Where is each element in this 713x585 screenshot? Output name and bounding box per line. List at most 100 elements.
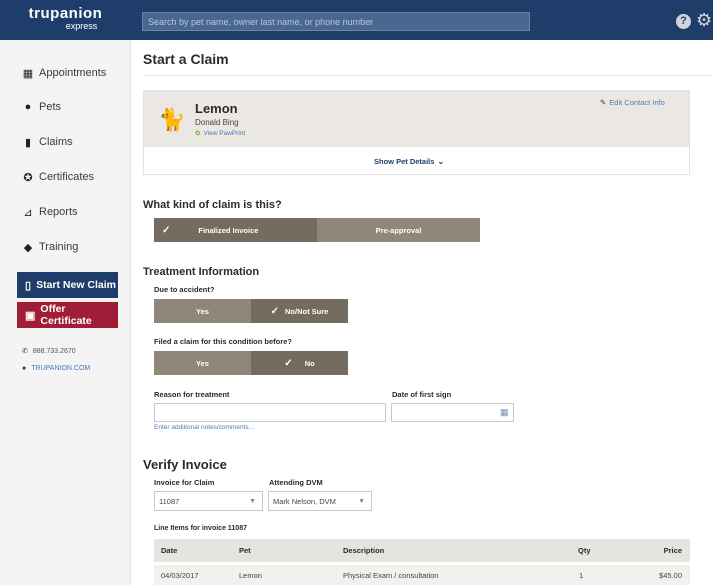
filed-before-label: Filed a claim for this condition before? bbox=[154, 337, 292, 346]
pre-approval-option[interactable]: Pre-approval bbox=[317, 218, 480, 242]
column-header: Date bbox=[161, 546, 178, 555]
sidebar-item-label: Claims bbox=[39, 136, 73, 148]
sidebar-item-label: Appointments bbox=[39, 67, 107, 79]
sidebar-item-claims[interactable]: ▮ Claims bbox=[22, 132, 73, 152]
finalized-invoice-label: Finalized Invoice bbox=[198, 225, 259, 235]
website-link[interactable]: ● TRUPANION.COM bbox=[22, 365, 90, 372]
dvm-value: Mark Nelson, DVM bbox=[273, 497, 336, 506]
treatment-title: Treatment Information bbox=[143, 266, 260, 278]
chart-icon: ⊿ bbox=[23, 206, 33, 219]
sidebar-item-label: Reports bbox=[39, 206, 78, 218]
invoice-select[interactable]: 11087 ▼ bbox=[154, 491, 263, 511]
column-header: Pet bbox=[239, 546, 251, 555]
chevron-down-icon: ⌄ bbox=[437, 157, 445, 166]
help-icon[interactable]: ? bbox=[676, 14, 691, 29]
filed-no-label: No bbox=[304, 358, 315, 368]
phone-icon: ✆ bbox=[22, 348, 28, 355]
check-icon: ✓ bbox=[270, 305, 280, 317]
gift-icon: ▣ bbox=[25, 309, 36, 322]
first-sign-date-input[interactable] bbox=[391, 403, 514, 422]
show-details-label: Show Pet Details bbox=[374, 157, 435, 166]
chevron-down-icon: ▼ bbox=[249, 498, 256, 505]
table-row[interactable]: 04/03/2017 Lemon Physical Exam / consult… bbox=[154, 565, 690, 585]
sidebar-item-appointments[interactable]: ▦ Appointments bbox=[22, 63, 106, 83]
row-price: $45.00 bbox=[659, 571, 682, 580]
page-title: Start a Claim bbox=[143, 51, 229, 67]
accident-no-option[interactable]: ✓ No/Not Sure bbox=[251, 299, 348, 323]
verify-invoice-title: Verify Invoice bbox=[143, 457, 227, 472]
invoice-value: 11087 bbox=[159, 497, 180, 506]
row-date: 04/03/2017 bbox=[161, 571, 199, 580]
pet-name: Lemon bbox=[195, 101, 238, 116]
pre-approval-label: Pre-approval bbox=[375, 225, 422, 235]
additional-notes-link[interactable]: Enter additional notes/comments... bbox=[154, 424, 254, 431]
globe-icon: ● bbox=[22, 365, 27, 372]
line-items-label: Line Items for invoice 11087 bbox=[154, 525, 247, 532]
invoice-label: Invoice for Claim bbox=[154, 478, 215, 487]
phone-number[interactable]: ✆ 888.733.2670 bbox=[22, 347, 76, 356]
offer-certificate-button[interactable]: ▣ Offer Certificate bbox=[17, 302, 118, 328]
claim-kind-question: What kind of claim is this? bbox=[143, 199, 282, 211]
first-sign-label: Date of first sign bbox=[392, 390, 452, 399]
filed-no-option[interactable]: ✓ No bbox=[251, 351, 348, 375]
accident-yes-option[interactable]: Yes bbox=[154, 299, 251, 323]
ribbon-icon: ✪ bbox=[23, 171, 33, 184]
graduation-cap-icon: ◆ bbox=[23, 241, 33, 254]
phone-text: 888.733.2670 bbox=[32, 347, 76, 355]
divider bbox=[143, 75, 713, 76]
view-pawprint-link[interactable]: ✿ View PawPrint bbox=[195, 129, 245, 137]
gear-icon[interactable]: ⚙ bbox=[696, 11, 713, 29]
pet-card: 🐈 Lemon Donald Bing ✿ View PawPrint ✎ Edit… bbox=[143, 90, 690, 175]
table-header: Date Pet Description Qty Price bbox=[154, 539, 690, 562]
edit-contact-link[interactable]: ✎ Edit Contact Info bbox=[600, 98, 665, 107]
filed-yes-label: Yes bbox=[196, 358, 209, 368]
reason-input[interactable] bbox=[154, 403, 386, 422]
owner-name: Donald Bing bbox=[195, 118, 239, 127]
accident-no-label: No/Not Sure bbox=[285, 306, 329, 316]
pet-card-header: 🐈 Lemon Donald Bing ✿ View PawPrint ✎ Edit… bbox=[144, 91, 689, 147]
sidebar-item-certificates[interactable]: ✪ Certificates bbox=[22, 167, 94, 187]
paw-icon: ✿ bbox=[195, 130, 201, 137]
reason-label: Reason for treatment bbox=[154, 390, 230, 399]
dvm-select[interactable]: Mark Nelson, DVM ▼ bbox=[268, 491, 372, 511]
logo-brand: trupanion bbox=[28, 5, 103, 22]
sidebar: ▦ Appointments ● Pets ▮ Claims ✪ Certifi… bbox=[0, 40, 131, 585]
start-new-claim-button[interactable]: ▯ Start New Claim bbox=[17, 272, 118, 298]
finalized-invoice-option[interactable]: ✓ Finalized Invoice bbox=[154, 218, 317, 242]
row-pet: Lemon bbox=[239, 571, 262, 580]
sidebar-item-label: Training bbox=[39, 241, 79, 253]
logo-sub: express bbox=[65, 21, 98, 31]
show-pet-details-toggle[interactable]: Show Pet Details ⌄ bbox=[374, 157, 444, 166]
accident-yes-label: Yes bbox=[196, 306, 209, 316]
top-bar: trupanion express ? ⚙ bbox=[0, 0, 713, 40]
sidebar-item-label: Pets bbox=[39, 101, 62, 113]
check-icon: ✓ bbox=[162, 224, 171, 236]
offer-certificate-label: Offer Certificate bbox=[40, 303, 92, 327]
clipboard-icon: ▮ bbox=[24, 136, 32, 149]
pawprint-label: View PawPrint bbox=[203, 130, 246, 137]
column-header: Price bbox=[663, 546, 682, 555]
document-icon: ▯ bbox=[25, 279, 32, 292]
calendar-icon[interactable]: ▦ bbox=[500, 407, 509, 418]
start-new-claim-label: Start New Claim bbox=[36, 279, 117, 291]
edit-contact-label: Edit Contact Info bbox=[609, 98, 665, 107]
sidebar-item-reports[interactable]: ⊿ Reports bbox=[22, 202, 78, 222]
row-qty: 1 bbox=[579, 571, 584, 580]
row-description: Physical Exam / consultation bbox=[343, 571, 439, 580]
website-text: TRUPANION.COM bbox=[31, 365, 91, 372]
pencil-icon: ✎ bbox=[600, 98, 607, 107]
calendar-icon: ▦ bbox=[22, 67, 34, 80]
paw-icon: ● bbox=[24, 101, 32, 113]
chevron-down-icon: ▼ bbox=[358, 498, 365, 505]
column-header: Description bbox=[343, 546, 385, 555]
cat-icon: 🐈 bbox=[158, 107, 186, 132]
search-input[interactable] bbox=[142, 12, 530, 31]
check-icon: ✓ bbox=[284, 357, 293, 369]
accident-label: Due to accident? bbox=[154, 285, 215, 294]
sidebar-item-pets[interactable]: ● Pets bbox=[22, 97, 61, 117]
sidebar-item-training[interactable]: ◆ Training bbox=[22, 237, 79, 257]
filed-yes-option[interactable]: Yes bbox=[154, 351, 251, 375]
trupanion-logo[interactable]: trupanion express bbox=[13, 6, 118, 34]
sidebar-item-label: Certificates bbox=[39, 171, 95, 183]
dvm-label: Attending DVM bbox=[269, 478, 323, 487]
